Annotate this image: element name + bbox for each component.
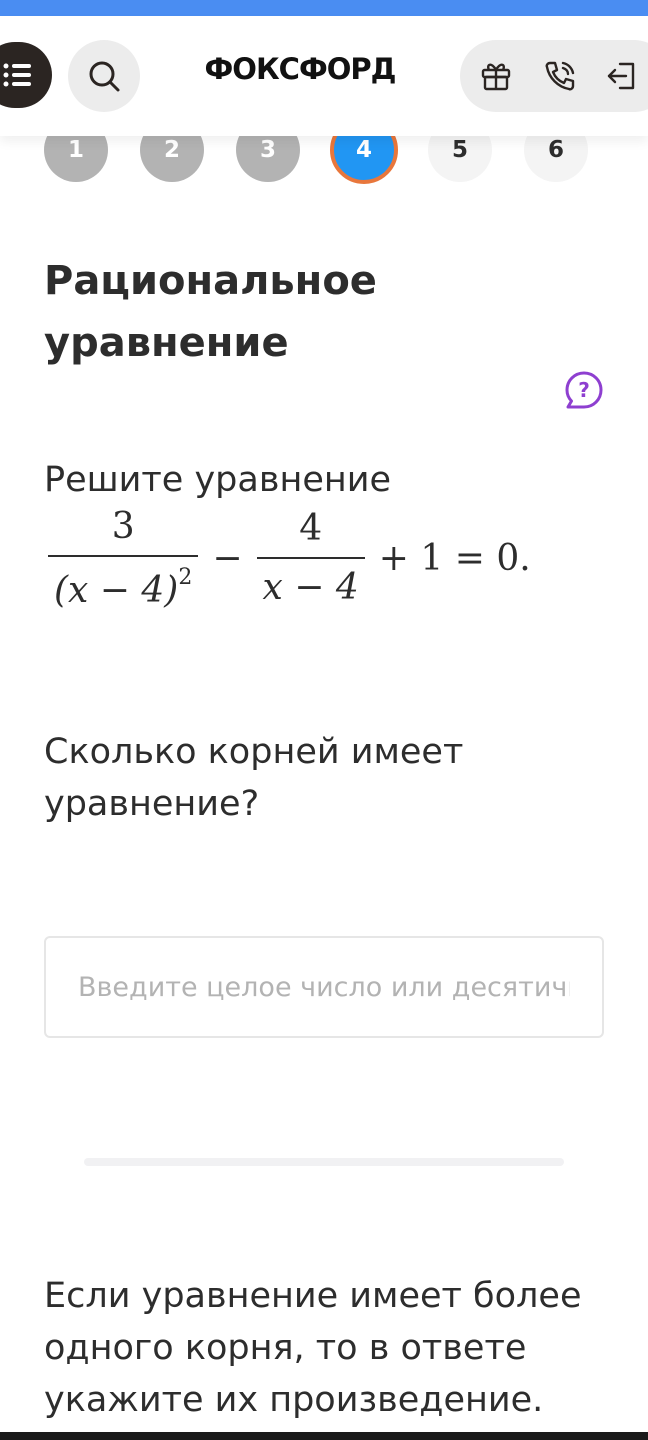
section-divider [84, 1158, 564, 1166]
search-button[interactable] [68, 40, 140, 112]
fraction-2: 4 x − 4 [256, 508, 365, 608]
fraction-1: 3 (x − 4)2 [48, 505, 199, 611]
menu-button[interactable] [0, 42, 52, 108]
task-title: Рациональное уравнение [44, 258, 377, 366]
gift-icon [481, 63, 511, 91]
menu-icon [3, 63, 31, 87]
app-header: ФОКСФОРД [0, 16, 648, 136]
minus-operator: − [212, 537, 243, 579]
equation: 3 (x − 4)2 − 4 x − 4 + 1 = 0. [44, 505, 604, 611]
help-question-icon: ? [565, 371, 603, 409]
screen-bottom-edge [0, 1432, 648, 1440]
fraction-1-exponent: 2 [178, 564, 193, 590]
fraction-2-numerator: 4 [299, 508, 323, 549]
gift-button[interactable] [478, 58, 514, 94]
status-bar [0, 0, 648, 16]
fraction-1-denominator: (x − 4)2 [48, 554, 199, 611]
task-question: Сколько корней имеет уравнение? [44, 732, 464, 824]
header-actions [460, 40, 648, 112]
phone-icon [545, 61, 575, 91]
svg-text:?: ? [578, 378, 590, 402]
phone-button[interactable] [542, 58, 578, 94]
task-prompt: Решите уравнение [44, 460, 392, 500]
search-icon [89, 61, 120, 92]
equation-tail: + 1 = 0. [378, 537, 531, 579]
fraction-1-base: (x − 4) [54, 569, 179, 611]
fraction-2-denominator: x − 4 [256, 557, 365, 608]
help-button[interactable]: ? [564, 370, 604, 410]
logout-button[interactable] [604, 58, 640, 94]
fraction-1-numerator: 3 [111, 505, 135, 547]
foxford-logo[interactable]: ФОКСФОРД [160, 52, 440, 86]
answer-input[interactable] [44, 936, 604, 1038]
logout-icon [607, 62, 635, 90]
task-note: Если уравнение имеет более одного корня,… [44, 1276, 582, 1420]
